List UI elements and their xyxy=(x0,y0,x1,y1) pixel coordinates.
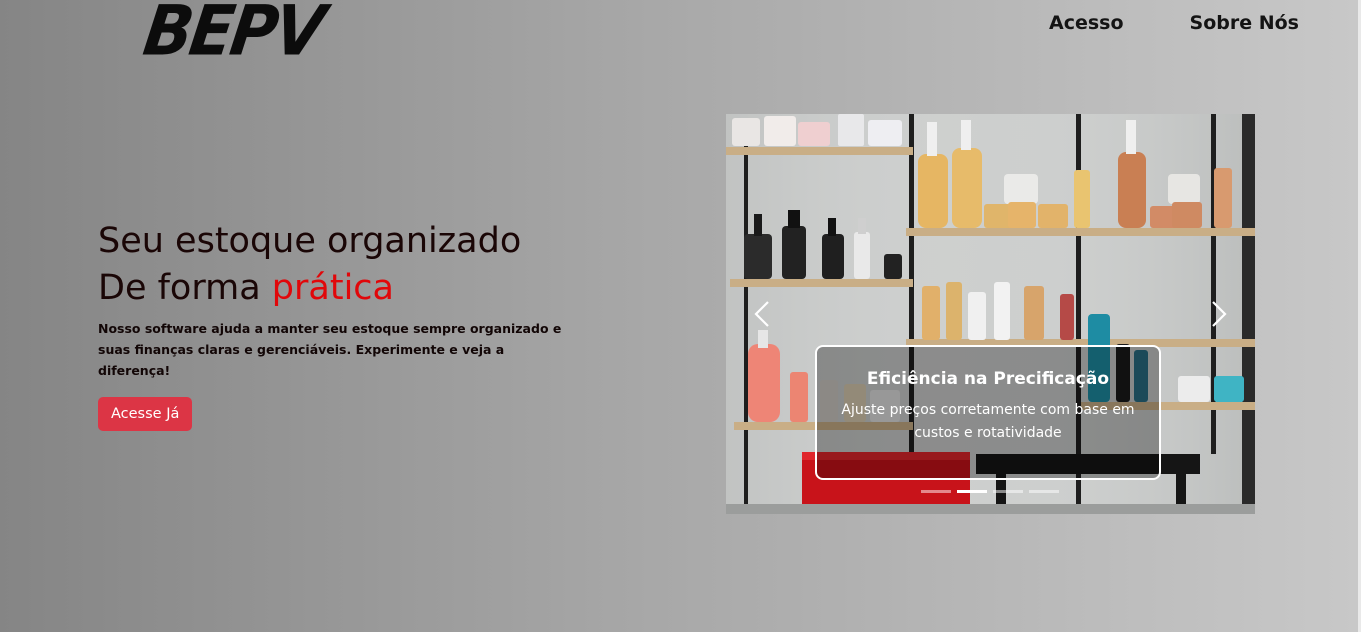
carousel-indicator-3[interactable] xyxy=(993,490,1023,493)
cta-button[interactable]: Acesse Já xyxy=(98,397,193,431)
image-carousel: Eficiência na Precificação Ajuste preços… xyxy=(726,114,1255,514)
carousel-indicators xyxy=(921,490,1059,493)
main-nav: Acesso Sobre Nós xyxy=(1049,12,1299,34)
hero-title-accent: prática xyxy=(271,268,394,308)
caption-title: Eficiência na Precificação xyxy=(866,369,1110,389)
carousel-indicator-2[interactable] xyxy=(957,490,987,493)
hero-section: Seu estoque organizado De forma prática … xyxy=(98,218,578,431)
chevron-right-icon xyxy=(1212,301,1227,327)
carousel-prev-button[interactable] xyxy=(742,294,782,334)
caption-text: Ajuste preços corretamente com base em c… xyxy=(841,402,1135,441)
carousel-next-button[interactable] xyxy=(1199,294,1239,334)
nav-link-sobre-nos[interactable]: Sobre Nós xyxy=(1190,12,1299,34)
chevron-left-icon xyxy=(754,301,769,327)
nav-link-acesso[interactable]: Acesso xyxy=(1049,12,1124,34)
carousel-indicator-4[interactable] xyxy=(1029,490,1059,493)
hero-title-line1: Seu estoque organizado xyxy=(98,221,522,261)
carousel-indicator-1[interactable] xyxy=(921,490,951,493)
brand-logo[interactable]: BEPV xyxy=(139,0,327,72)
hero-title-line2-prefix: De forma xyxy=(98,268,272,308)
carousel-caption: Eficiência na Precificação Ajuste preços… xyxy=(815,345,1161,480)
hero-description: Nosso software ajuda a manter seu estoqu… xyxy=(98,321,562,378)
hero-title: Seu estoque organizado De forma prática xyxy=(98,218,578,312)
